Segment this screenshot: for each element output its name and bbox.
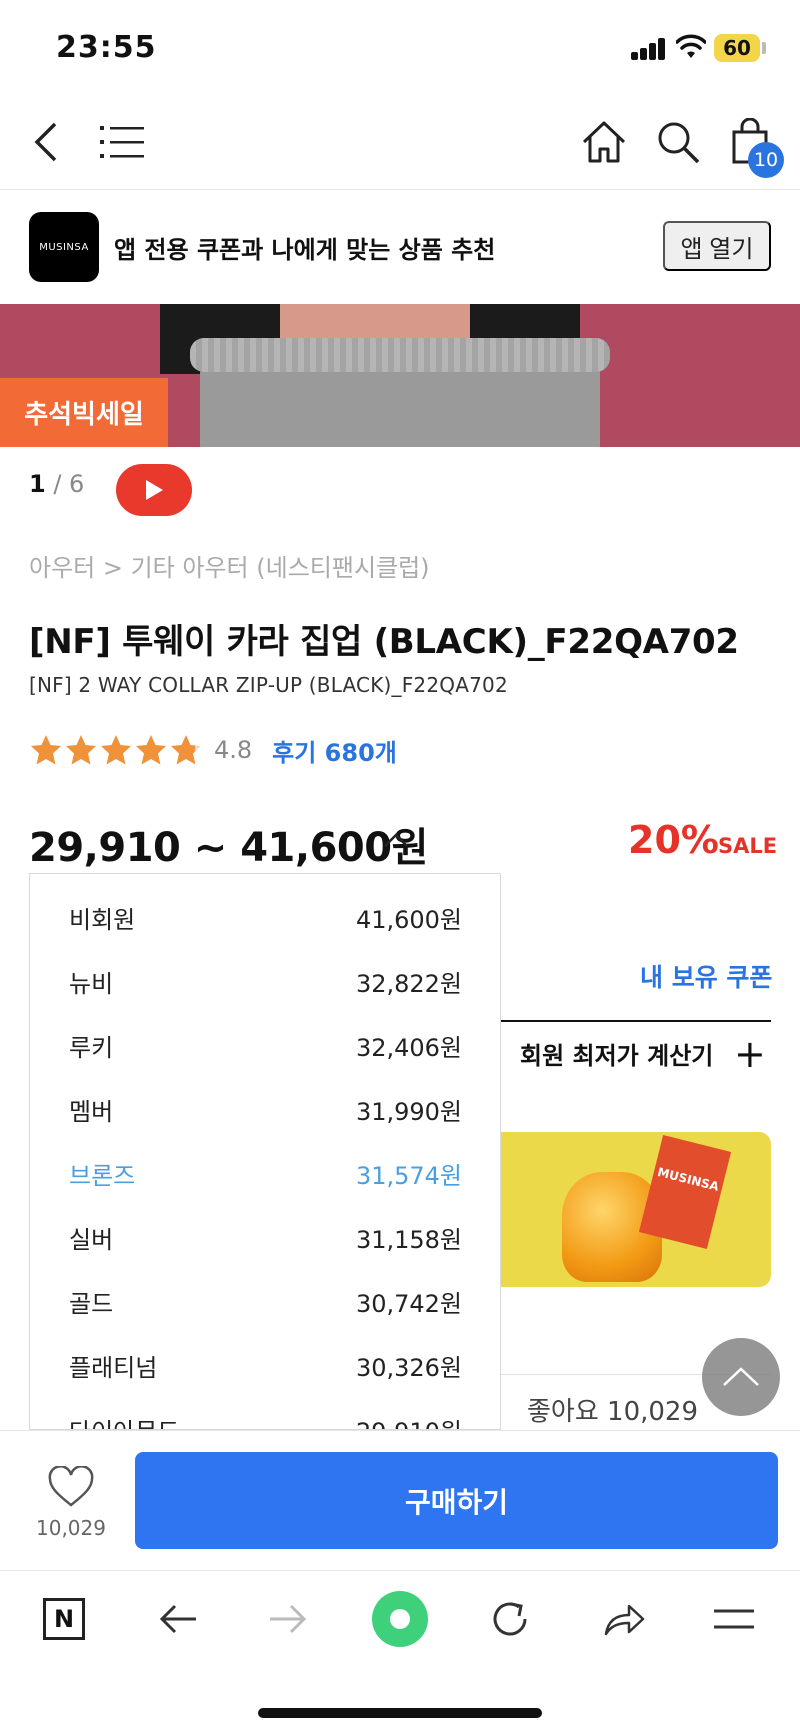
star-icon — [171, 735, 201, 765]
chevron-up-icon[interactable] — [382, 830, 410, 850]
wish-button[interactable]: 10,029 — [24, 1462, 118, 1542]
review-count-link[interactable]: 후기 680개 — [272, 733, 397, 768]
member-price-calculator[interactable]: 회원 최저가 계산기 — [520, 1036, 713, 1071]
tier-name: 실버 — [69, 1226, 114, 1254]
app-promo-banner: MUSINSA 앱 전용 쿠폰과 나에게 맞는 상품 추천 앱 열기 — [0, 190, 800, 304]
tier-price: 29,910원 — [356, 1412, 462, 1429]
tier-price-row[interactable]: 비회원 41,600원 — [30, 884, 500, 948]
member-tier-price-dropdown[interactable]: 비회원 41,600원뉴비 32,822원루키 32,406원멤버 31,990원브론즈… — [29, 873, 501, 1430]
breadcrumb[interactable]: 아우터 > 기타 아우터 (네스티팬시클럽) — [29, 548, 430, 583]
rating-stars — [29, 733, 204, 767]
buy-button[interactable]: 구매하기 — [135, 1452, 778, 1549]
image-waistband — [190, 338, 610, 372]
plus-icon[interactable]: + — [734, 1035, 766, 1073]
promo-box-graphic: MUSINSA — [638, 1135, 732, 1249]
cart-count-badge[interactable]: 10 — [748, 142, 784, 178]
pager-total: 6 — [69, 470, 85, 498]
top-navigation — [0, 96, 800, 190]
tier-price: 30,742원 — [355, 1290, 462, 1318]
home-icon[interactable] — [576, 114, 632, 170]
discount-rate: 20% — [628, 818, 719, 862]
reload-icon[interactable] — [480, 1589, 540, 1649]
status-time: 23:55 — [56, 30, 157, 65]
section-divider — [500, 1020, 771, 1022]
search-icon[interactable] — [650, 114, 706, 170]
tier-name: 다이아몬드 — [69, 1412, 179, 1429]
sale-label: SALE — [718, 834, 778, 858]
naver-green-dot-button[interactable] — [370, 1589, 430, 1649]
musinsa-logo: MUSINSA — [29, 212, 99, 282]
product-title: [NF] 투웨이 카라 집업 (BLACK)_F22QA702 — [29, 622, 739, 662]
heart-icon — [48, 1465, 94, 1507]
status-bar: 23:55 60 — [0, 0, 800, 96]
tier-price: 32,822원 — [355, 970, 462, 998]
pager-separator: / — [45, 470, 70, 498]
share-icon[interactable] — [594, 1589, 654, 1649]
naver-home-button[interactable]: N — [34, 1589, 94, 1649]
tier-price: 30,326원 — [355, 1354, 462, 1382]
play-video-button[interactable] — [116, 464, 192, 516]
star-icon — [31, 735, 61, 765]
tier-price: 31,990원 — [355, 1098, 462, 1126]
signal-icon — [631, 38, 667, 60]
tier-price-row[interactable]: 실버 31,158원 — [30, 1204, 500, 1268]
tier-price-row[interactable]: 플래티넘 30,326원 — [30, 1332, 500, 1396]
battery-indicator: 60 — [714, 34, 760, 62]
tier-price-row[interactable]: 골드 30,742원 — [30, 1268, 500, 1332]
pager-current: 1 — [29, 470, 46, 498]
tier-price-row[interactable]: 브론즈 31,574원 — [30, 1140, 500, 1204]
battery-tip — [762, 42, 766, 54]
green-dot-icon — [372, 1591, 428, 1647]
product-subtitle: [NF] 2 WAY COLLAR ZIP-UP (BLACK)_F22QA70… — [29, 673, 508, 697]
wish-count: 10,029 — [36, 1516, 106, 1540]
chevron-up-icon — [723, 1367, 759, 1386]
tier-name: 비회원 — [69, 906, 136, 934]
tier-price: 31,574원 — [355, 1162, 462, 1190]
browser-forward-icon — [258, 1589, 318, 1649]
play-icon — [146, 480, 163, 500]
image-pager: 1 / 6 — [29, 470, 84, 498]
tier-name: 뉴비 — [69, 970, 114, 998]
tier-name: 멤버 — [69, 1098, 114, 1126]
price-range[interactable]: 29,910 ~ 41,600원 — [29, 815, 428, 873]
rating-value: 4.8 — [214, 736, 253, 764]
tier-name: 브론즈 — [69, 1162, 136, 1190]
tier-name: 루키 — [69, 1034, 114, 1062]
star-icon — [136, 735, 166, 765]
home-indicator — [258, 1708, 542, 1718]
star-icon — [66, 735, 96, 765]
tier-name: 플래티넘 — [69, 1354, 158, 1382]
wifi-icon — [676, 34, 706, 58]
browser-back-icon[interactable] — [148, 1589, 208, 1649]
open-app-button[interactable]: 앱 열기 — [663, 221, 771, 271]
tier-price: 32,406원 — [355, 1034, 462, 1062]
star-icon — [101, 735, 131, 765]
tier-name: 골드 — [69, 1290, 114, 1318]
back-icon[interactable] — [18, 114, 74, 170]
tier-price-row[interactable]: 멤버 31,990원 — [30, 1076, 500, 1140]
tier-price: 41,600원 — [355, 906, 462, 934]
tier-price-row[interactable]: 다이아몬드 29,910원 — [30, 1396, 500, 1429]
app-banner-text: 앱 전용 쿠폰과 나에게 맞는 상품 추천 — [114, 236, 496, 264]
tier-price-row[interactable]: 뉴비 32,822원 — [30, 948, 500, 1012]
scroll-top-button[interactable] — [702, 1338, 780, 1416]
tier-price-row[interactable]: 루키 32,406원 — [30, 1012, 500, 1076]
promo-banner[interactable]: MUSINSA — [500, 1132, 771, 1287]
like-count[interactable]: 좋아요 10,029 — [527, 1391, 698, 1428]
menu-icon[interactable] — [94, 114, 150, 170]
rating-row: 4.8 후기 680개 — [29, 732, 397, 768]
sale-event-tag: 추석빅세일 — [0, 378, 168, 447]
tier-price: 31,158원 — [355, 1226, 462, 1254]
naver-n-icon: N — [43, 1598, 85, 1640]
browser-menu-icon[interactable] — [704, 1589, 764, 1649]
my-coupons-link[interactable]: 내 보유 쿠폰 — [640, 958, 772, 994]
